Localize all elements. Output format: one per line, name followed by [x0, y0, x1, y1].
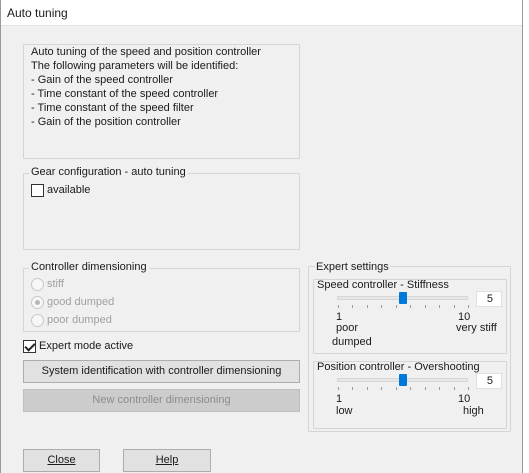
auto-tuning-dialog: Auto tuning Auto tuning of the speed and…: [0, 0, 523, 473]
slider-tick: [381, 305, 382, 308]
close-button-label: Close: [47, 454, 76, 466]
slider-tick: [468, 305, 469, 308]
gear-config-group: Gear configuration - auto tuning availab…: [23, 166, 300, 250]
slider-tick: [381, 387, 382, 390]
speed-stiffness-max-label: very stiff: [456, 322, 497, 334]
speed-stiffness-slider-thumb[interactable]: [399, 292, 407, 304]
system-identification-button[interactable]: System identification with controller di…: [23, 360, 300, 383]
autotune-param: - Time constant of the speed filter: [31, 102, 194, 114]
slider-tick: [468, 387, 469, 390]
radio-poor-dumped-label: poor dumped: [47, 314, 112, 326]
slider-tick: [454, 305, 455, 308]
expert-settings-caption: Expert settings: [315, 261, 390, 273]
position-overshooting-slider-thumb[interactable]: [399, 374, 407, 386]
position-overshooting-min-label: low: [336, 405, 353, 417]
speed-stiffness-min-label: poor: [336, 322, 359, 334]
speed-stiffness-min-label-2: dumped: [332, 336, 372, 348]
autotune-info-group: Auto tuning of the speed and position co…: [23, 44, 300, 159]
radio-poor-dumped[interactable]: [31, 314, 44, 327]
slider-tick: [439, 305, 440, 308]
slider-tick: [396, 387, 397, 390]
slider-tick: [439, 387, 440, 390]
slider-tick: [396, 305, 397, 308]
help-button-label: Help: [155, 454, 179, 466]
position-overshooting-title: Position controller - Overshooting: [317, 361, 480, 373]
slider-tick: [454, 387, 455, 390]
radio-stiff[interactable]: [31, 278, 44, 291]
gear-config-caption: Gear configuration - auto tuning: [29, 166, 188, 178]
close-button[interactable]: Close: [23, 449, 100, 472]
new-controller-dimensioning-button[interactable]: New controller dimensioning: [23, 389, 300, 412]
gear-available-checkbox[interactable]: [31, 184, 44, 197]
slider-tick: [352, 387, 353, 390]
radio-stiff-label: stiff: [47, 278, 64, 290]
controller-dimensioning-caption: Controller dimensioning: [29, 261, 149, 273]
window-title: Auto tuning: [7, 6, 68, 20]
position-overshooting-min: 1: [336, 393, 343, 405]
slider-tick: [367, 387, 368, 390]
slider-tick: [338, 387, 339, 390]
speed-stiffness-value[interactable]: 5: [476, 291, 502, 307]
position-overshooting-group: Position controller - Overshooting 5 1 1…: [313, 361, 507, 429]
autotune-param: - Gain of the position controller: [31, 116, 181, 128]
autotune-heading: Auto tuning of the speed and position co…: [31, 46, 261, 58]
slider-tick: [425, 305, 426, 308]
radio-good-dumped[interactable]: [31, 296, 44, 309]
speed-stiffness-title: Speed controller - Stiffness: [317, 279, 449, 291]
slider-tick: [352, 305, 353, 308]
radio-good-dumped-label: good dumped: [47, 296, 115, 308]
slider-tick: [425, 387, 426, 390]
gear-available-label: available: [47, 184, 91, 196]
position-overshooting-max: 10: [458, 393, 471, 405]
autotune-intro: The following parameters will be identif…: [31, 60, 239, 72]
speed-stiffness-group: Speed controller - Stiffness 5 1 10 poor…: [313, 279, 507, 354]
expert-mode-checkbox[interactable]: [23, 340, 36, 353]
help-button[interactable]: Help: [123, 449, 211, 472]
slider-tick: [338, 305, 339, 308]
expert-mode-label: Expert mode active: [39, 340, 134, 352]
slider-tick: [410, 387, 411, 390]
title-bar: Auto tuning: [1, 0, 522, 26]
expert-settings-group: Expert settings Speed controller - Stiff…: [308, 261, 511, 432]
autotune-param: - Time constant of the speed controller: [31, 88, 219, 100]
autotune-param: - Gain of the speed controller: [31, 74, 173, 86]
slider-tick: [410, 305, 411, 308]
slider-tick: [367, 305, 368, 308]
position-overshooting-max-label: high: [463, 405, 484, 417]
controller-dimensioning-group: Controller dimensioning stiff good dumpe…: [23, 261, 300, 332]
position-overshooting-value[interactable]: 5: [476, 373, 502, 389]
